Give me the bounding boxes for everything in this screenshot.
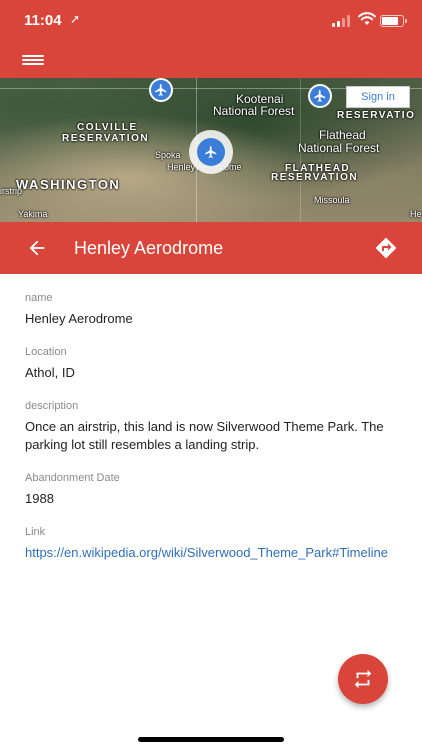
airplane-icon	[155, 84, 167, 96]
back-arrow-icon[interactable]	[26, 237, 48, 259]
description-label: description	[25, 400, 79, 412]
abandonment-date-value: 1988	[25, 491, 54, 506]
map-label: RESERVATION	[62, 133, 150, 144]
map-label: RESERVATION	[271, 172, 359, 183]
map-label: RESERVATIO	[337, 110, 416, 121]
status-bar: 11:04 ➚	[0, 0, 422, 44]
map-label: National Forest	[213, 104, 295, 118]
status-time: 11:04	[24, 12, 62, 29]
selected-marker-inner	[197, 138, 225, 166]
detail-title: Henley Aerodrome	[74, 238, 224, 258]
airplane-icon	[314, 90, 326, 102]
map-label: He	[410, 209, 422, 219]
selected-airport-marker[interactable]	[189, 130, 233, 174]
map-label: Flathead	[319, 128, 366, 142]
map-label: COLVILLE	[77, 122, 138, 133]
airport-marker[interactable]	[149, 78, 173, 102]
app-bar	[0, 44, 422, 78]
directions-icon[interactable]	[374, 236, 398, 260]
wifi-icon	[358, 12, 376, 25]
description-value: Once an airstrip, this land is now Silve…	[25, 419, 384, 452]
link-label: Link	[25, 526, 46, 538]
airport-marker[interactable]	[308, 84, 332, 108]
map-label: National Forest	[298, 141, 380, 155]
map-label: Spoka	[155, 150, 181, 160]
detail-header: Henley Aerodrome	[0, 222, 422, 274]
map-label: Yakima	[18, 209, 48, 219]
home-indicator	[138, 737, 284, 742]
detail-content: name Henley Aerodrome Location Athol, ID…	[0, 274, 422, 562]
name-label: name	[25, 292, 53, 304]
map-label: irstrip	[0, 186, 22, 196]
location-value: Athol, ID	[25, 365, 75, 380]
swap-icon	[354, 669, 372, 689]
location-arrow-icon: ➚	[70, 12, 81, 26]
battery-fill	[382, 17, 399, 25]
sign-in-button[interactable]: Sign in	[346, 86, 410, 108]
map-label: Missoula	[314, 195, 350, 205]
battery-icon	[380, 15, 407, 27]
wikipedia-link[interactable]: https://en.wikipedia.org/wiki/Silverwood…	[25, 544, 397, 562]
map-label: WASHINGTON	[16, 177, 121, 192]
abandonment-date-label: Abandonment Date	[25, 472, 120, 484]
name-value: Henley Aerodrome	[25, 311, 133, 326]
signal-icon	[332, 15, 354, 27]
menu-icon[interactable]	[22, 52, 46, 68]
swap-button[interactable]	[338, 654, 388, 704]
map-view[interactable]: Kootenai National Forest COLVILLE RESERV…	[0, 78, 422, 222]
location-label: Location	[25, 346, 67, 358]
airplane-icon	[205, 146, 217, 158]
